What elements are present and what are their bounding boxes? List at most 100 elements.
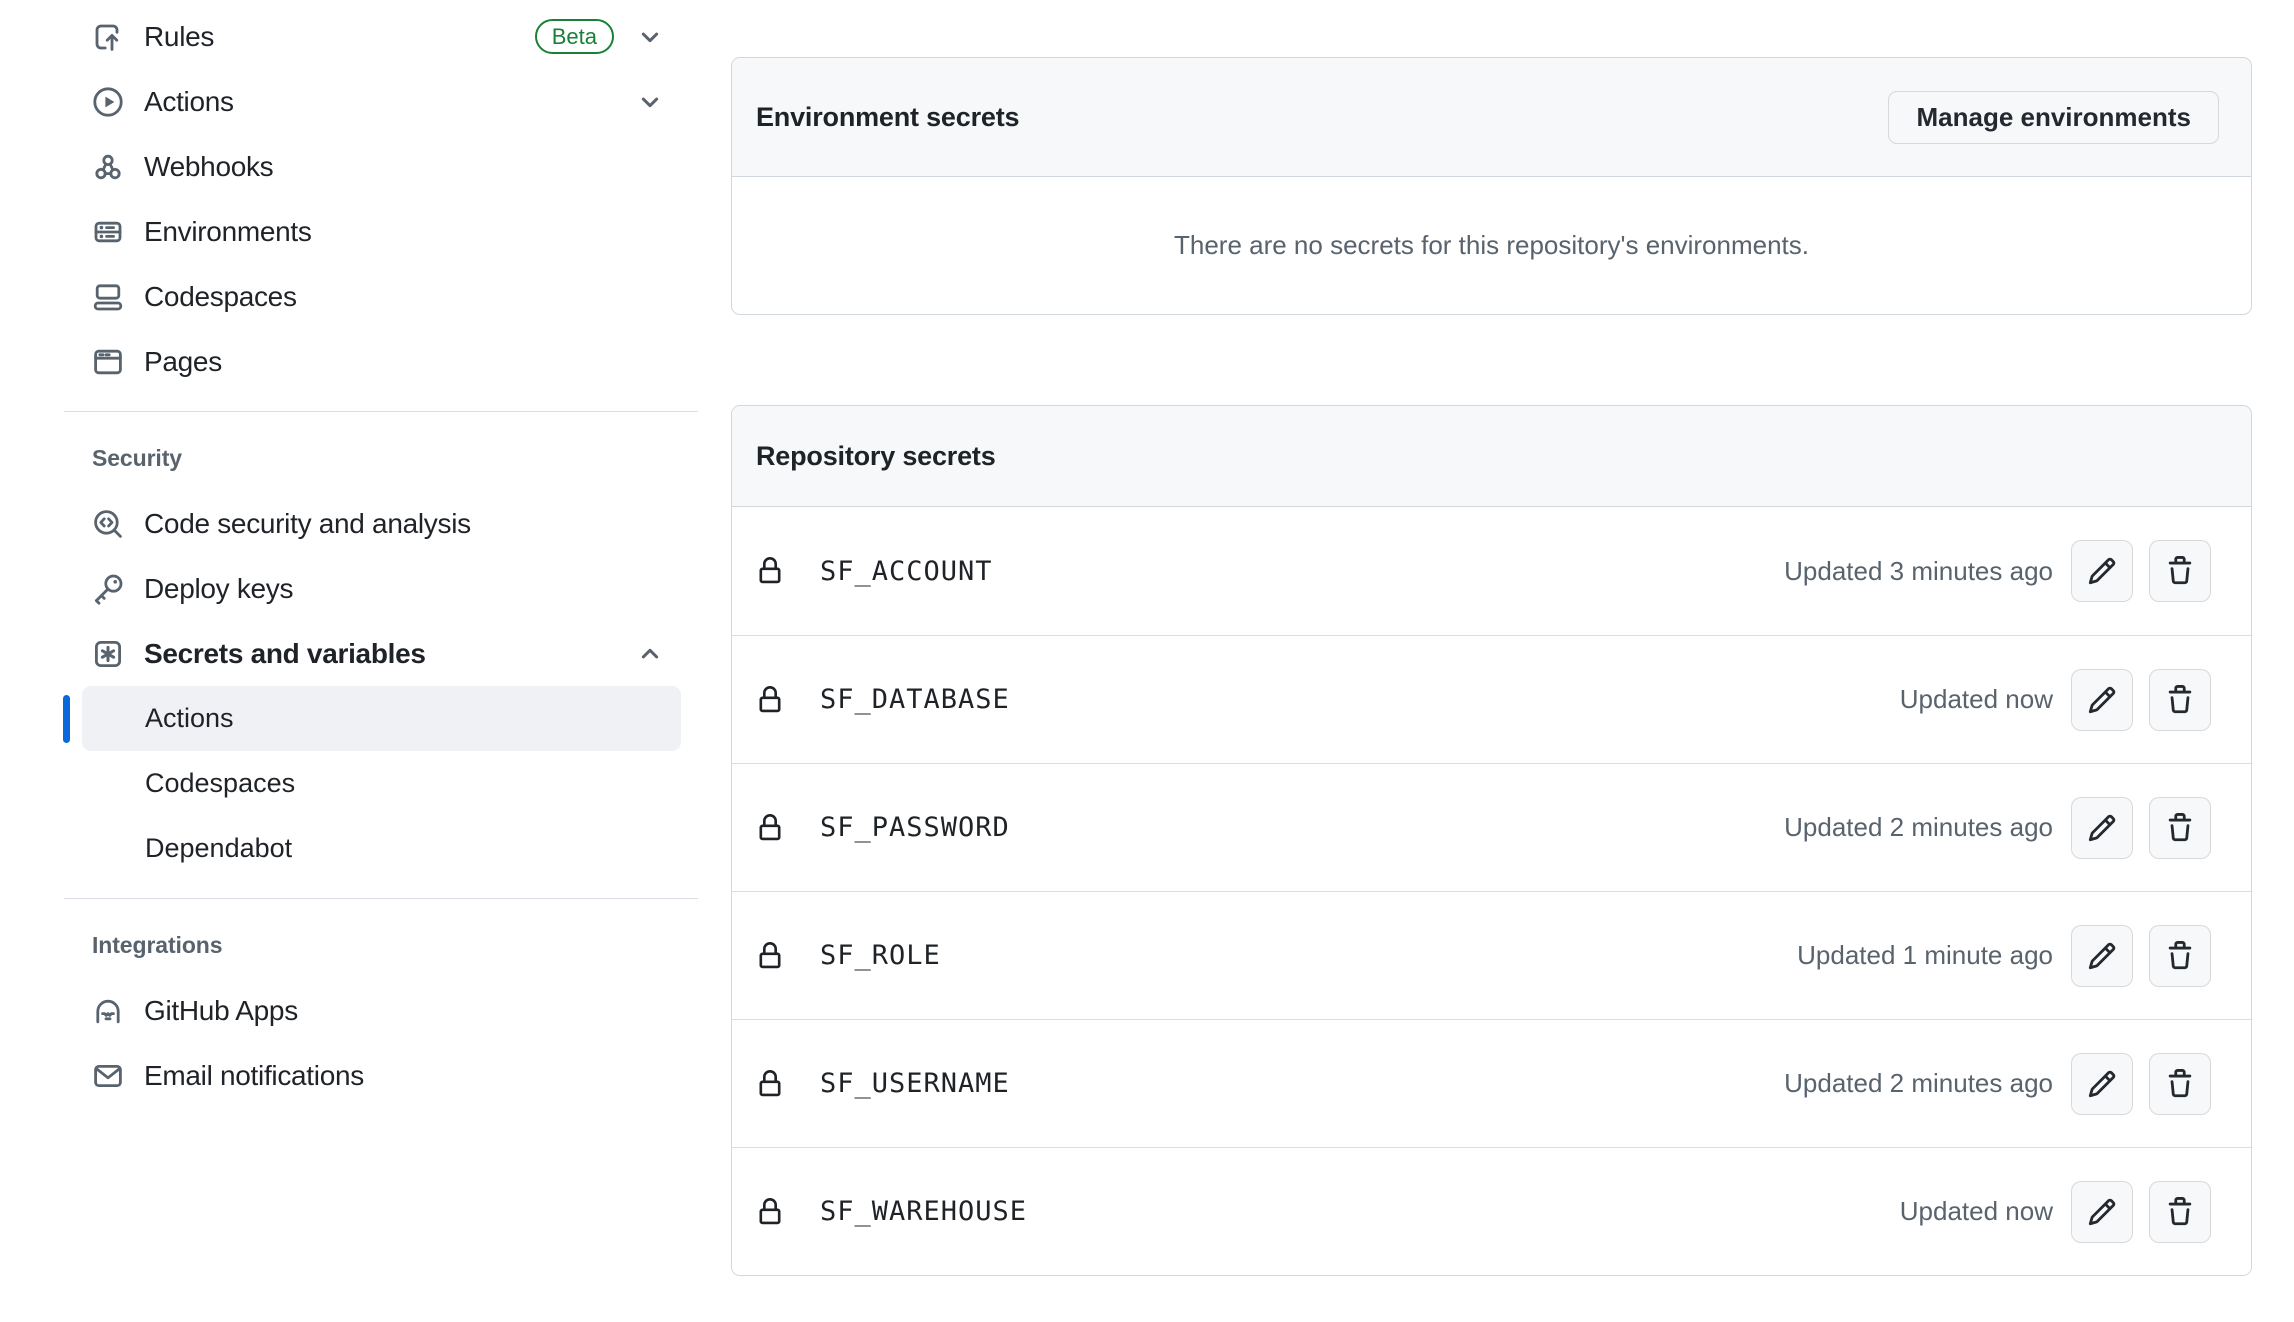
settings-sidebar: Rules Beta Actions Webhooks — [0, 0, 700, 1108]
delete-secret-button[interactable] — [2149, 797, 2211, 859]
hubot-icon — [92, 995, 124, 1027]
sidebar-item-label: Deploy keys — [144, 573, 293, 605]
sidebar-item-label: Secrets and variables — [144, 638, 426, 670]
environment-secrets-header: Environment secrets Manage environments — [732, 58, 2251, 177]
delete-secret-button[interactable] — [2149, 1181, 2211, 1243]
secret-updated: Updated 2 minutes ago — [1784, 1068, 2053, 1099]
sidebar-item-label: Environments — [144, 216, 312, 248]
secret-row: SF_ROLE Updated 1 minute ago — [732, 891, 2251, 1019]
secret-name: SF_WAREHOUSE — [820, 1196, 1027, 1227]
server-icon — [92, 216, 124, 248]
edit-secret-button[interactable] — [2071, 797, 2133, 859]
secret-row: SF_WAREHOUSE Updated now — [732, 1147, 2251, 1275]
sidebar-item-deploy-keys[interactable]: Deploy keys — [62, 556, 700, 621]
sidebar-item-label: Codespaces — [144, 281, 297, 313]
sidebar-item-label: GitHub Apps — [144, 995, 298, 1027]
secret-updated: Updated now — [1900, 1196, 2053, 1227]
settings-main-content: Environment secrets Manage environments … — [731, 0, 2252, 1322]
pencil-icon — [2087, 813, 2117, 843]
secret-updated: Updated now — [1900, 684, 2053, 715]
code-scan-icon — [92, 508, 124, 540]
secret-row: SF_ACCOUNT Updated 3 minutes ago — [732, 507, 2251, 635]
rules-icon — [92, 21, 124, 53]
trash-icon — [2165, 941, 2195, 971]
empty-state-message: There are no secrets for this repository… — [1174, 230, 1809, 261]
sidebar-item-label: Webhooks — [144, 151, 273, 183]
pencil-icon — [2087, 941, 2117, 971]
sidebar-subitem-codespaces[interactable]: Codespaces — [82, 751, 681, 816]
secret-name: SF_DATABASE — [820, 684, 1010, 715]
lock-icon — [756, 1070, 784, 1098]
chevron-down-icon — [636, 23, 664, 51]
sidebar-subitem-label: Dependabot — [145, 833, 292, 864]
secret-updated: Updated 2 minutes ago — [1784, 812, 2053, 843]
pencil-icon — [2087, 1197, 2117, 1227]
delete-secret-button[interactable] — [2149, 1053, 2211, 1115]
sidebar-item-actions[interactable]: Actions — [62, 69, 700, 134]
sidebar-item-secrets-and-variables[interactable]: Secrets and variables — [62, 621, 700, 686]
pencil-icon — [2087, 556, 2117, 586]
sidebar-item-pages[interactable]: Pages — [62, 329, 700, 394]
edit-secret-button[interactable] — [2071, 1053, 2133, 1115]
sidebar-item-rules[interactable]: Rules Beta — [62, 4, 700, 69]
sidebar-item-github-apps[interactable]: GitHub Apps — [62, 978, 700, 1043]
trash-icon — [2165, 813, 2195, 843]
chevron-down-icon — [636, 88, 664, 116]
delete-secret-button[interactable] — [2149, 925, 2211, 987]
sidebar-item-label: Email notifications — [144, 1060, 364, 1092]
sidebar-item-label: Actions — [144, 86, 234, 118]
environment-secrets-title: Environment secrets — [756, 102, 1888, 133]
lock-icon — [756, 942, 784, 970]
sidebar-section-integrations: Integrations — [62, 913, 700, 978]
sidebar-item-email-notifications[interactable]: Email notifications — [62, 1043, 700, 1108]
edit-secret-button[interactable] — [2071, 1181, 2133, 1243]
sidebar-subitem-actions[interactable]: Actions — [82, 686, 681, 751]
key-icon — [92, 573, 124, 605]
secret-row: SF_USERNAME Updated 2 minutes ago — [732, 1019, 2251, 1147]
github-repo-settings-page: Rules Beta Actions Webhooks — [0, 0, 2294, 1322]
secret-name: SF_USERNAME — [820, 1068, 1010, 1099]
secret-updated: Updated 1 minute ago — [1797, 940, 2053, 971]
lock-icon — [756, 814, 784, 842]
secret-row: SF_PASSWORD Updated 2 minutes ago — [732, 763, 2251, 891]
sidebar-subitem-dependabot[interactable]: Dependabot — [82, 816, 681, 881]
trash-icon — [2165, 1197, 2195, 1227]
environment-secrets-box: Environment secrets Manage environments … — [731, 57, 2252, 315]
sidebar-divider — [64, 898, 698, 899]
delete-secret-button[interactable] — [2149, 540, 2211, 602]
sidebar-item-codespaces[interactable]: Codespaces — [62, 264, 700, 329]
trash-icon — [2165, 1069, 2195, 1099]
secret-name: SF_ROLE — [820, 940, 941, 971]
trash-icon — [2165, 685, 2195, 715]
sidebar-item-label: Code security and analysis — [144, 508, 471, 540]
pencil-icon — [2087, 685, 2117, 715]
codespaces-icon — [92, 281, 124, 313]
sidebar-item-label: Rules — [144, 21, 214, 53]
lock-icon — [756, 1198, 784, 1226]
lock-icon — [756, 686, 784, 714]
sidebar-item-environments[interactable]: Environments — [62, 199, 700, 264]
sidebar-item-code-security[interactable]: Code security and analysis — [62, 491, 700, 556]
secret-name: SF_ACCOUNT — [820, 556, 993, 587]
mail-icon — [92, 1060, 124, 1092]
repository-secrets-header: Repository secrets — [732, 406, 2251, 507]
sidebar-item-webhooks[interactable]: Webhooks — [62, 134, 700, 199]
secret-name: SF_PASSWORD — [820, 812, 1010, 843]
pencil-icon — [2087, 1069, 2117, 1099]
secret-row: SF_DATABASE Updated now — [732, 635, 2251, 763]
sidebar-subitem-label: Actions — [145, 703, 234, 734]
sidebar-section-security: Security — [62, 426, 700, 491]
trash-icon — [2165, 556, 2195, 586]
lock-icon — [756, 557, 784, 585]
edit-secret-button[interactable] — [2071, 925, 2133, 987]
repository-secrets-box: Repository secrets SF_ACCOUNT Updated 3 … — [731, 405, 2252, 1276]
play-icon — [92, 86, 124, 118]
delete-secret-button[interactable] — [2149, 669, 2211, 731]
edit-secret-button[interactable] — [2071, 540, 2133, 602]
manage-environments-button[interactable]: Manage environments — [1888, 91, 2219, 144]
edit-secret-button[interactable] — [2071, 669, 2133, 731]
environment-secrets-empty-state: There are no secrets for this repository… — [732, 177, 2251, 314]
webhook-icon — [92, 151, 124, 183]
secret-updated: Updated 3 minutes ago — [1784, 556, 2053, 587]
sidebar-divider — [64, 411, 698, 412]
